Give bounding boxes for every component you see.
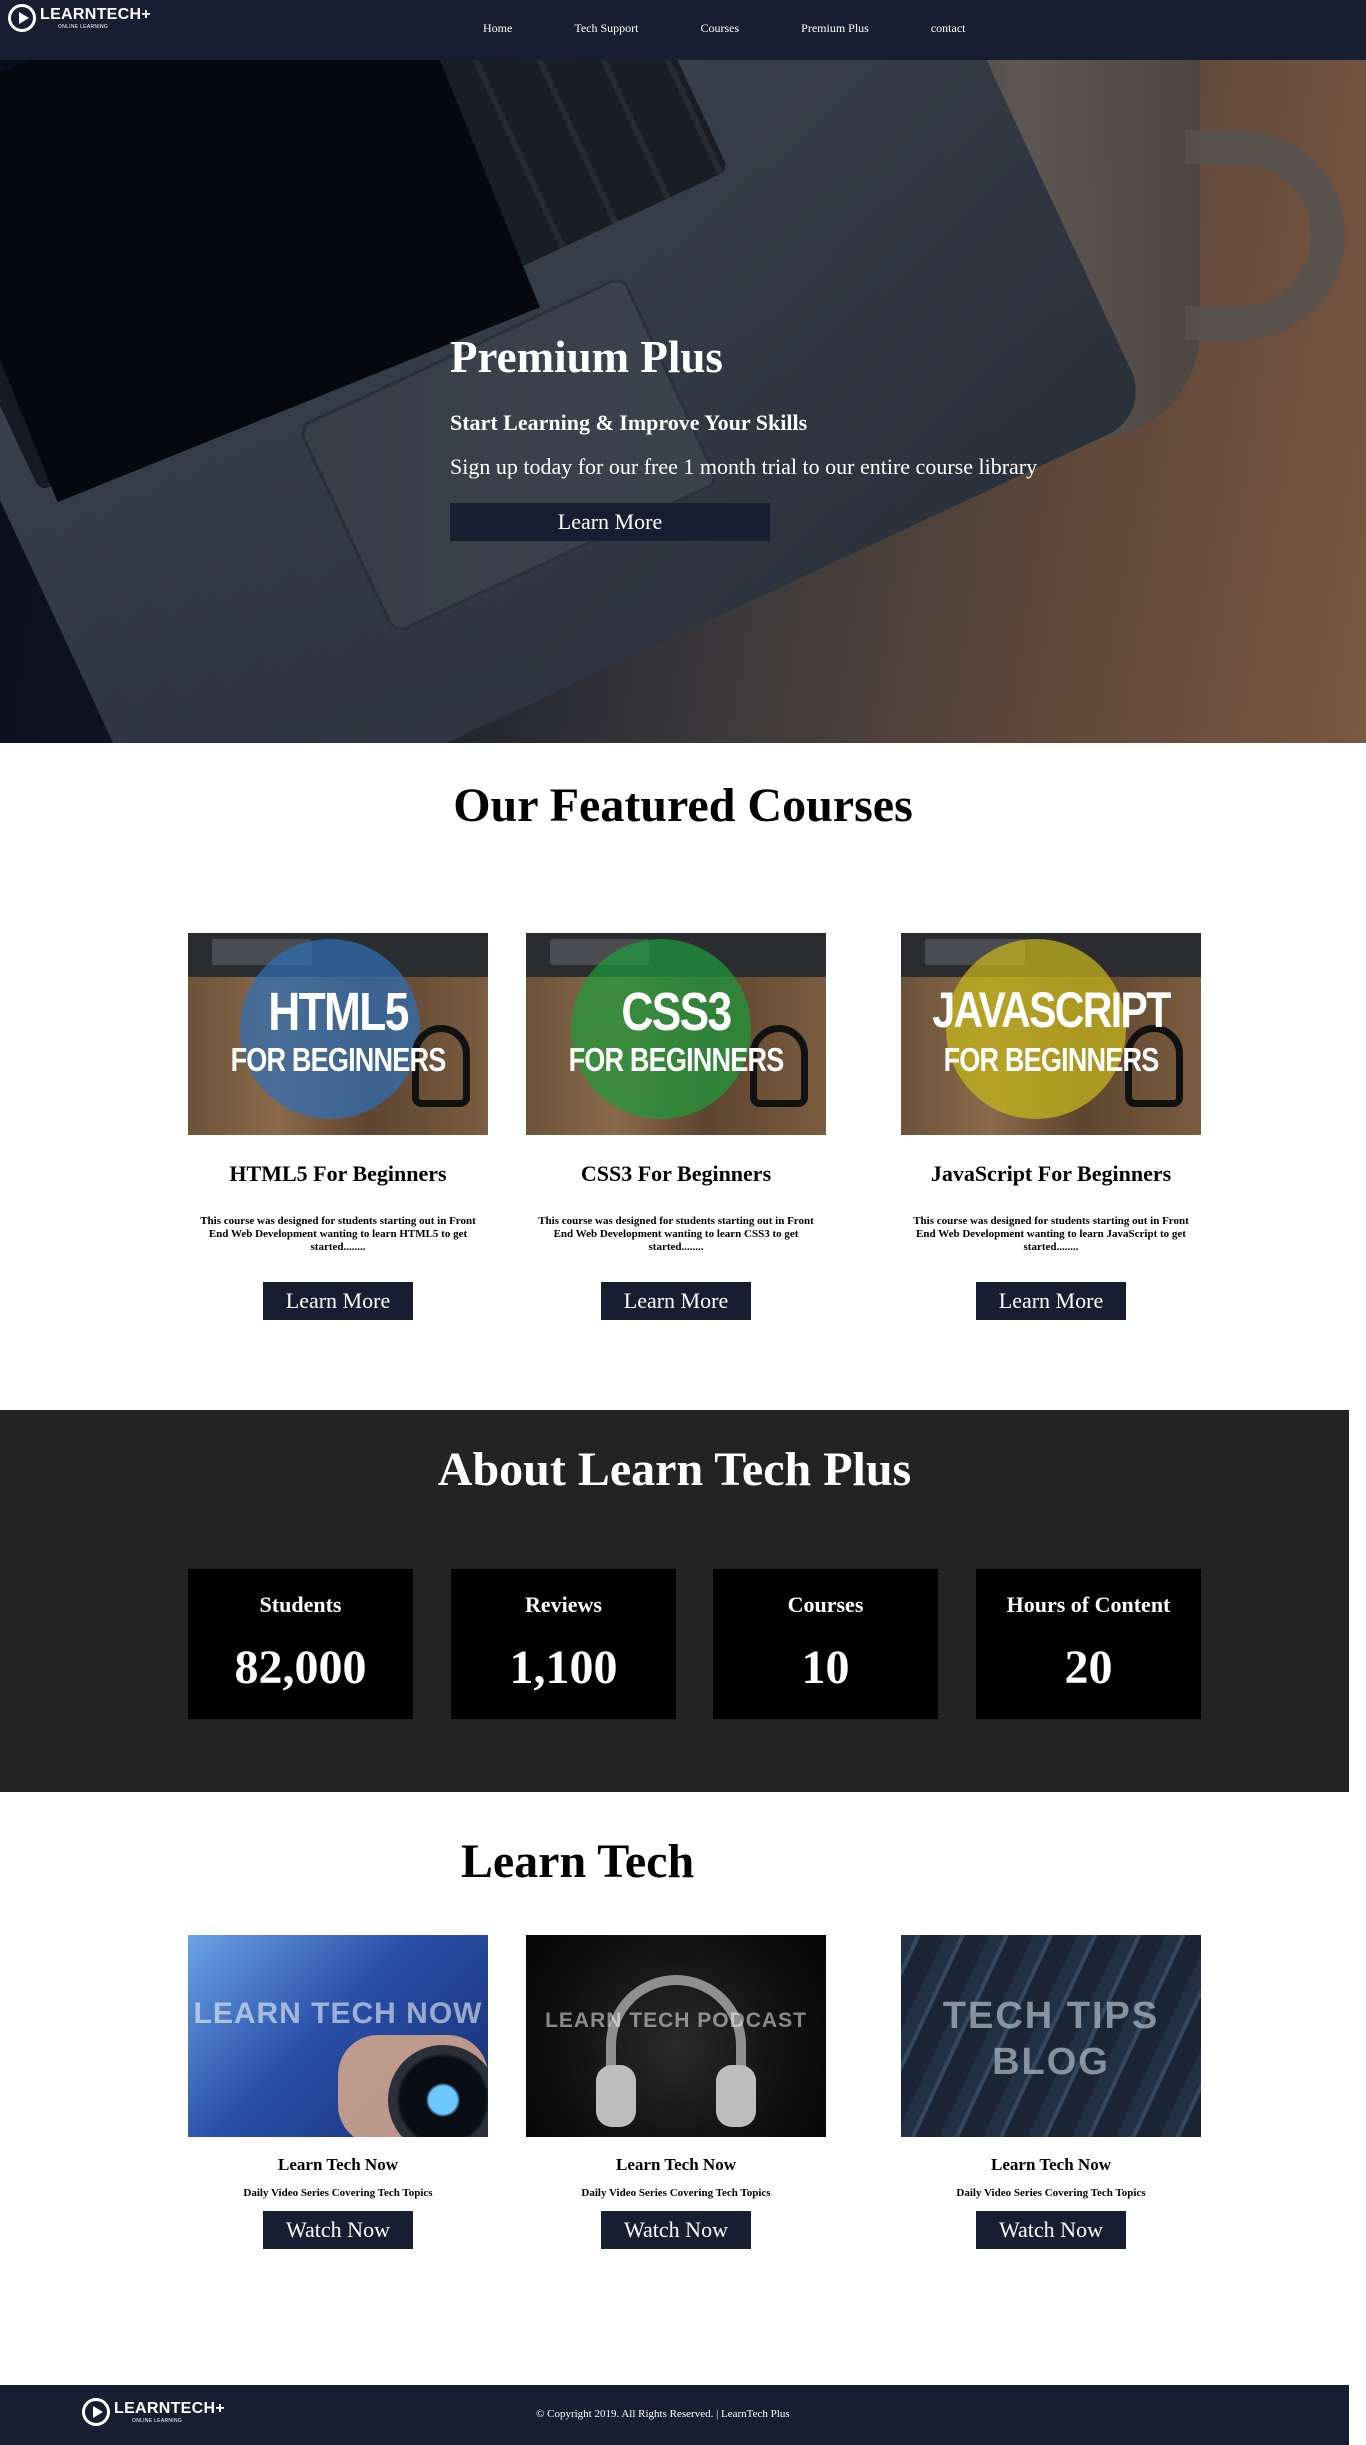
learn-tech-card-title: Learn Tech Now xyxy=(616,2155,736,2174)
brand-tagline: ONLINE LEARNING xyxy=(58,23,109,30)
hero-content: Premium Plus Start Learning & Improve Yo… xyxy=(450,330,1037,541)
hero-learn-more-button[interactable]: Learn More xyxy=(450,502,770,541)
watch-now-button[interactable]: Watch Now xyxy=(601,2211,751,2249)
brand-name: LEARNTECH+ xyxy=(40,5,152,23)
learn-more-button[interactable]: Learn More xyxy=(601,1282,751,1320)
brand-name: LEARNTECH+ xyxy=(114,2399,226,2417)
top-navbar: LEARNTECH+ ONLINE LEARNING Home Tech Sup… xyxy=(0,0,1366,60)
featured-courses-section: Our Featured Courses HTML5 FOR BEGINNERS… xyxy=(0,743,1366,1410)
stat-value: 1,100 xyxy=(509,1641,618,1694)
stat-label: Reviews xyxy=(525,1592,602,1617)
watch-now-button[interactable]: Watch Now xyxy=(263,2211,413,2249)
course-title: JavaScript For Beginners xyxy=(930,1161,1172,1186)
tech-tips-blog-thumbnail[interactable]: TECH TIPS BLOG xyxy=(901,1935,1201,2137)
learn-tech-title: Learn Tech xyxy=(460,1835,695,1888)
learn-tech-now-thumbnail[interactable]: LEARN TECH NOW xyxy=(188,1935,488,2137)
stat-value: 82,000 xyxy=(234,1641,367,1694)
brand-tagline: ONLINE LEARNING xyxy=(132,2417,183,2424)
stat-value: 20 xyxy=(1064,1641,1113,1694)
stat-label: Hours of Content xyxy=(1006,1592,1171,1617)
hero-title: Premium Plus xyxy=(450,332,723,382)
course-description: This course was designed for students st… xyxy=(200,1215,476,1253)
course-thumbnail[interactable]: CSS3 FOR BEGINNERS xyxy=(526,933,826,1135)
learn-tech-card-subtitle: Daily Video Series Covering Tech Topics xyxy=(956,2187,1146,2199)
nav-link-tech-support[interactable]: Tech Support xyxy=(574,21,638,36)
watch-now-button[interactable]: Watch Now xyxy=(976,2211,1126,2249)
nav-link-premium-plus[interactable]: Premium Plus xyxy=(801,21,869,36)
stat-courses: Courses 10 xyxy=(713,1569,938,1719)
stat-hours-of-content: Hours of Content 20 xyxy=(976,1569,1201,1719)
learn-more-button[interactable]: Learn More xyxy=(263,1282,413,1320)
stat-label: Courses xyxy=(787,1592,864,1617)
learn-tech-card-subtitle: Daily Video Series Covering Tech Topics xyxy=(243,2187,433,2199)
course-card-javascript: JAVASCRIPT FOR BEGINNERS JavaScript For … xyxy=(901,933,1201,1320)
learn-tech-podcast-thumbnail[interactable]: LEARN TECH PODCAST xyxy=(526,1935,826,2137)
course-description: This course was designed for students st… xyxy=(913,1215,1189,1253)
hero-banner: Premium Plus Start Learning & Improve Yo… xyxy=(0,60,1366,743)
stat-value: 10 xyxy=(801,1641,850,1694)
course-thumbnail[interactable]: JAVASCRIPT FOR BEGINNERS xyxy=(901,933,1201,1135)
nav-link-courses[interactable]: Courses xyxy=(700,21,739,36)
course-card-css3: CSS3 FOR BEGINNERS CSS3 For Beginners Th… xyxy=(526,933,826,1320)
hero-text: Sign up today for our free 1 month trial… xyxy=(450,454,1038,480)
footer: LEARNTECH+ ONLINE LEARNING © Copyright 2… xyxy=(0,2385,1349,2445)
footer-brand-logo[interactable]: LEARNTECH+ ONLINE LEARNING xyxy=(82,2398,225,2426)
learn-tech-card-title: Learn Tech Now xyxy=(991,2155,1111,2174)
nav-links: Home Tech Support Courses Premium Plus c… xyxy=(483,21,966,36)
nav-link-contact[interactable]: contact xyxy=(931,21,966,36)
thumbnail-text: LEARN TECH PODCAST xyxy=(545,2009,807,2032)
brand-logo[interactable]: LEARNTECH+ ONLINE LEARNING xyxy=(8,4,151,32)
thumbnail-text: LEARN TECH NOW xyxy=(193,1997,483,2030)
course-title: CSS3 For Beginners xyxy=(580,1161,772,1186)
learn-tech-card-subtitle: Daily Video Series Covering Tech Topics xyxy=(581,2187,771,2199)
stat-reviews: Reviews 1,100 xyxy=(451,1569,676,1719)
stat-students: Students 82,000 xyxy=(188,1569,413,1719)
about-section: About Learn Tech Plus Students 82,000 Re… xyxy=(0,1410,1349,1792)
nav-link-home[interactable]: Home xyxy=(483,21,512,36)
featured-courses-title: Our Featured Courses xyxy=(453,779,913,832)
learn-more-button[interactable]: Learn More xyxy=(976,1282,1126,1320)
course-title: HTML5 For Beginners xyxy=(229,1161,447,1186)
learn-tech-section: Learn Tech LEARN TECH NOW Learn Tech Now… xyxy=(0,1792,1366,2385)
play-circle-icon xyxy=(8,4,36,32)
thumbnail-text: BLOG xyxy=(992,2041,1110,2083)
hero-subtitle: Start Learning & Improve Your Skills xyxy=(450,410,808,435)
course-description: This course was designed for students st… xyxy=(538,1215,814,1253)
copyright-text: © Copyright 2019. All Rights Reserved. |… xyxy=(536,2408,790,2420)
course-card-html5: HTML5 FOR BEGINNERS HTML5 For Beginners … xyxy=(188,933,488,1320)
learn-tech-card: LEARN TECH PODCAST Learn Tech Now Daily … xyxy=(526,1935,826,2249)
learn-tech-card: TECH TIPS BLOG Learn Tech Now Daily Vide… xyxy=(901,1935,1201,2249)
learn-tech-card: LEARN TECH NOW Learn Tech Now Daily Vide… xyxy=(188,1935,488,2249)
course-thumbnail[interactable]: HTML5 FOR BEGINNERS xyxy=(188,933,488,1135)
play-circle-icon xyxy=(82,2398,110,2426)
about-title: About Learn Tech Plus xyxy=(437,1443,912,1496)
stat-label: Students xyxy=(259,1592,342,1617)
thumbnail-text: TECH TIPS xyxy=(942,1995,1160,2037)
learn-tech-card-title: Learn Tech Now xyxy=(278,2155,398,2174)
